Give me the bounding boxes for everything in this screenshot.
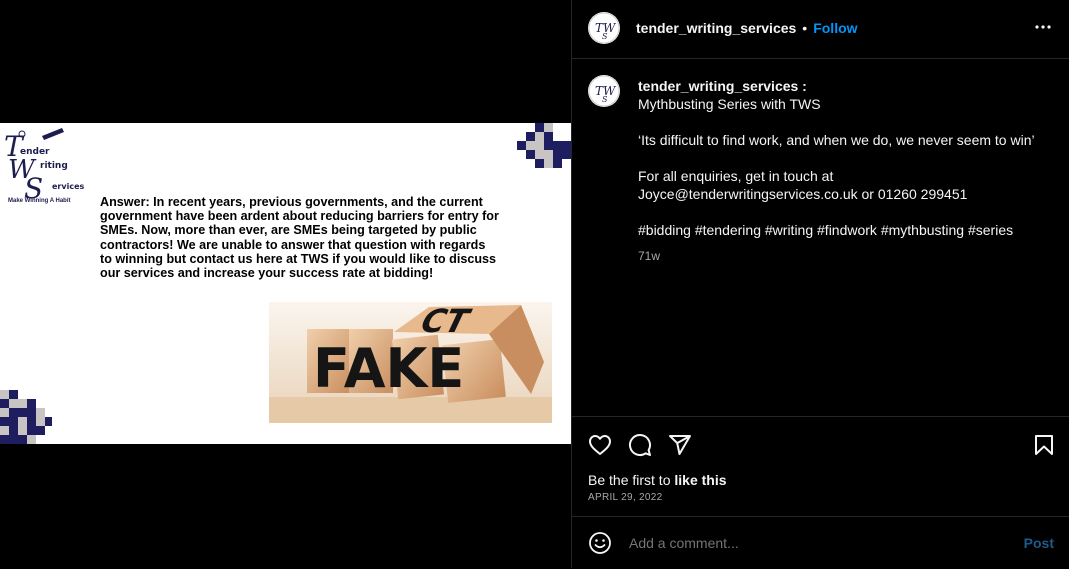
caption-avatar-logo-icon: TW S (588, 75, 620, 107)
share-icon[interactable] (668, 433, 692, 457)
caption-username[interactable]: tender_writing_services : (638, 78, 807, 94)
like-this-link[interactable]: like this (674, 472, 726, 488)
fake-fact-dice-image: FAKE CT (269, 302, 552, 423)
header-separator: • (802, 20, 808, 36)
logo-word-1: ender (20, 147, 50, 157)
caption-line-4: Joyce@tenderwritingservices.co.uk or 012… (638, 186, 968, 202)
emoji-icon[interactable] (588, 531, 612, 555)
follow-button[interactable]: Follow (813, 20, 857, 36)
post-side-panel: TW S tender_writing_services • Follow TW S… (571, 0, 1069, 568)
caption-line-2: ‘Its difficult to find work, and when we… (638, 132, 1035, 148)
post-header: TW S tender_writing_services • Follow (572, 0, 1069, 59)
header-username[interactable]: tender_writing_services (636, 20, 796, 36)
post-image: T W S ender riting ervices Make Winning … (0, 123, 571, 444)
comment-input[interactable] (627, 534, 1011, 552)
caption-line-3: For all enquiries, get in touch at (638, 168, 834, 184)
likes-prefix: Be the first to (588, 472, 675, 488)
caption-hashtags[interactable]: #bidding #tendering #writing #findwork #… (638, 221, 1048, 239)
dice-word-front: FAKE (313, 337, 464, 400)
comment-bar: Post (572, 516, 1069, 569)
bookmark-icon[interactable] (1032, 433, 1056, 457)
logo-tagline: Make Winning A Habit (8, 198, 71, 204)
header-user-line: tender_writing_services • Follow (636, 20, 858, 38)
avatar[interactable]: TW S (588, 12, 620, 44)
caption-line-1: Mythbusting Series with TWS (638, 96, 821, 112)
avatar-logo-icon: TW S (588, 12, 620, 44)
logo-word-3: ervices (52, 182, 84, 191)
post-comment-button[interactable]: Post (1024, 535, 1054, 551)
post-media: T W S ender riting ervices Make Winning … (0, 0, 571, 568)
svg-text:S: S (602, 95, 608, 104)
heart-icon[interactable] (588, 433, 612, 457)
answer-text: Answer: In recent years, previous govern… (100, 195, 499, 281)
svg-text:S: S (602, 32, 608, 41)
caption-avatar[interactable]: TW S (588, 75, 620, 107)
post-date[interactable]: APRIL 29, 2022 (588, 492, 662, 503)
relative-time[interactable]: 71w (638, 247, 1048, 265)
comment-icon[interactable] (628, 433, 652, 457)
post-caption: tender_writing_services : Mythbusting Se… (638, 77, 1048, 265)
more-options-icon[interactable] (1034, 18, 1052, 36)
logo-word-2: riting (40, 161, 68, 171)
likes-line: Be the first to like this (588, 472, 727, 488)
